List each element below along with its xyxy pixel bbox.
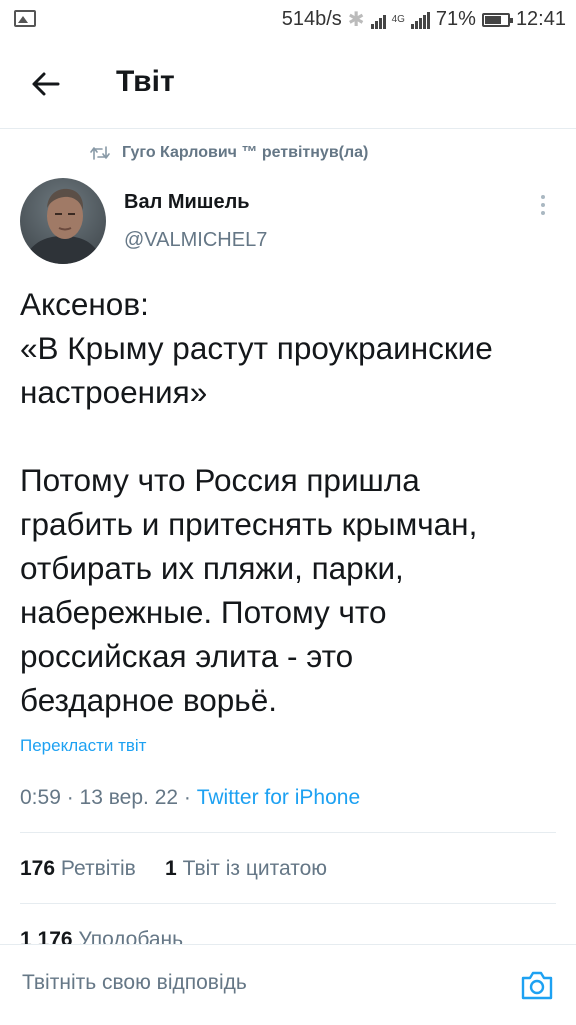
tweet-meta: 0:59 · 13 вер. 22 · Twitter for iPhone [20,786,360,810]
retweets-label: Ретвітів [60,857,136,880]
camera-icon [521,971,553,1000]
tweet-line: Потому что Россия пришла [20,462,420,498]
network-type: 4G [391,14,405,25]
tweet-line: настроения» [20,374,208,410]
signal-icon [370,11,386,29]
page-title: Твіт [116,65,175,98]
signal-icon [410,11,430,29]
avatar-image [20,178,106,264]
network-speed: 514b/s [281,8,342,30]
translate-tweet-link[interactable]: Перекласти твіт [20,736,146,756]
separator: · [183,786,197,809]
retweet-context[interactable]: Гуго Карлович ™ ретвітнув(ла) [90,144,368,162]
back-arrow-icon [32,72,60,96]
avatar[interactable] [20,178,106,264]
quotes-stat[interactable]: 1 Твіт із цитатою [165,857,327,880]
tweet-line: отбирать их пляжи, парки, [20,550,404,586]
tweet-line: бездарное ворьё. [20,682,277,718]
camera-button[interactable] [520,969,554,1001]
more-vertical-icon[interactable] [535,190,551,220]
reply-bar: Твітніть свою відповідь [0,944,576,1025]
tweet-source-link[interactable]: Twitter for iPhone [197,786,360,809]
tweet-line: грабить и притеснять крымчан, [20,506,478,542]
image-icon [14,10,36,27]
author-name[interactable]: Вал Мишель [124,191,250,214]
tweet-time: 0:59 [20,786,61,809]
tweet-line: Аксенов: [20,286,149,322]
divider [20,903,556,904]
tweet-line: «В Крыму растут проукраинские [20,330,493,366]
top-bar: Твіт [0,40,576,129]
tweet-text: Аксенов: «В Крыму растут проукраинские н… [20,282,566,722]
reply-input[interactable]: Твітніть свою відповідь [22,971,247,995]
tweet-stats: 176 Ретвітів 1 Твіт із цитатою [20,857,327,881]
quotes-label: Твіт із цитатою [182,857,328,880]
clock: 12:41 [515,8,566,30]
battery-icon [481,12,513,27]
tweet-line: набережные. Потому что [20,594,387,630]
back-button[interactable] [26,64,66,104]
retweet-context-text: Гуго Карлович ™ ретвітнув(ла) [122,144,369,161]
status-bar: 514b/s ✱ 4G 71% 12:41 [0,0,576,40]
tweet-line-break [20,414,566,458]
separator: · [66,786,80,809]
divider [20,832,556,833]
retweets-stat[interactable]: 176 Ретвітів [20,857,136,880]
author-handle[interactable]: @VALMICHEL7 [124,229,267,252]
bluetooth-icon: ✱ [347,9,365,31]
retweets-count: 176 [20,857,56,880]
status-bar-right: 514b/s ✱ 4G 71% 12:41 [282,7,566,32]
retweet-icon [90,146,110,160]
battery-percent: 71% [435,8,476,30]
tweet-date: 13 вер. 22 [79,786,179,809]
quotes-count: 1 [165,857,177,880]
tweet-line: российская элита - это [20,638,354,674]
